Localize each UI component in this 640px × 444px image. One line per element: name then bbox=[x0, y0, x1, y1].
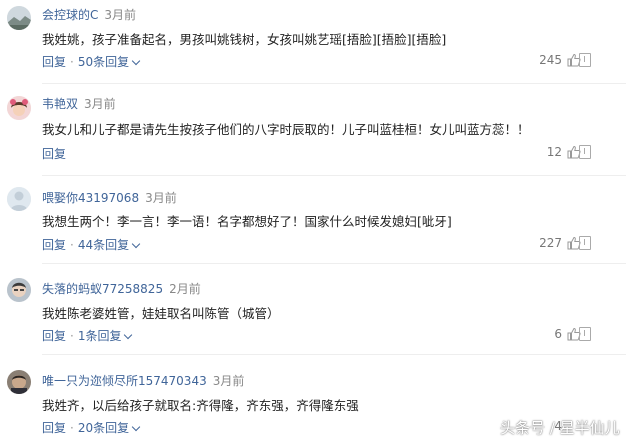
username[interactable]: 唯一只为迩倾尽所157470343 bbox=[42, 374, 207, 388]
comment-item: 韦艳双 3月前 我女儿和儿子都是请先生按孩子他们的八字时辰取的！儿子叫蓝桂桓！女儿… bbox=[0, 88, 640, 176]
comment-time: 3月前 bbox=[84, 97, 116, 111]
reply-button[interactable]: 回复 bbox=[42, 329, 66, 343]
comment-item: 会控球的C 3月前 我姓姚，孩子准备起名，男孩叫姚钱树，女孩叫姚艺瑶[捂脸][捂脸… bbox=[0, 0, 640, 86]
like-count: 227 bbox=[539, 236, 562, 250]
divider bbox=[42, 175, 626, 176]
like-count: 12 bbox=[546, 145, 562, 159]
comment-item: 喂娶你43197068 3月前 我想生两个！李一言！李一语！名字都想好了！国家什么… bbox=[0, 177, 640, 264]
comment-time: 3月前 bbox=[212, 374, 245, 388]
report-icon[interactable] bbox=[579, 236, 591, 250]
comment-time: 3月前 bbox=[145, 191, 177, 205]
username[interactable]: 失落的蚂蚁77258825 bbox=[42, 282, 163, 296]
username[interactable]: 韦艳双 bbox=[42, 97, 78, 111]
replies-count: 20条回复 bbox=[77, 421, 130, 435]
separator: · bbox=[70, 55, 74, 69]
separator: · bbox=[70, 421, 74, 435]
view-replies-button[interactable]: 20条回复 bbox=[77, 421, 141, 435]
view-replies-button[interactable]: 50条回复 bbox=[77, 55, 141, 69]
replies-count: 44条回复 bbox=[77, 238, 130, 252]
separator: · bbox=[70, 238, 74, 252]
avatar[interactable] bbox=[7, 96, 31, 120]
view-replies-button[interactable]: 44条回复 bbox=[77, 238, 141, 252]
comment-text: 我姓陈老婆姓管，娃娃取名叫陈管（城管） bbox=[42, 306, 280, 321]
comment-text: 我姓姚，孩子准备起名，男孩叫姚钱树，女孩叫姚艺瑶[捂脸][捂脸][捂脸] bbox=[42, 32, 447, 47]
reply-button[interactable]: 回复 bbox=[42, 421, 66, 435]
comment-text: 我想生两个！李一言！李一语！名字都想好了！国家什么时候发媳妇[呲牙] bbox=[42, 214, 452, 229]
chevron-down-icon bbox=[131, 422, 141, 432]
username[interactable]: 会控球的C bbox=[42, 8, 98, 22]
reply-button[interactable]: 回复 bbox=[42, 147, 66, 161]
avatar[interactable] bbox=[7, 6, 31, 30]
reply-button[interactable]: 回复 bbox=[42, 55, 66, 69]
report-icon[interactable] bbox=[579, 53, 591, 67]
username[interactable]: 喂娶你43197068 bbox=[42, 191, 139, 205]
divider bbox=[42, 354, 626, 355]
report-icon[interactable] bbox=[579, 145, 591, 159]
comment-item: 失落的蚂蚁77258825 2月前 我姓陈老婆姓管，娃娃取名叫陈管（城管） 回复 ·… bbox=[0, 268, 640, 355]
replies-count: 50条回复 bbox=[77, 55, 130, 69]
chevron-down-icon bbox=[124, 330, 133, 340]
like-count: 6 bbox=[554, 327, 562, 341]
divider bbox=[42, 83, 626, 84]
watermark: 头条号 / 星半仙儿 bbox=[500, 419, 620, 437]
separator: · bbox=[70, 329, 74, 343]
avatar[interactable] bbox=[7, 278, 31, 302]
avatar[interactable] bbox=[7, 370, 31, 394]
replies-count: 1条回复 bbox=[77, 329, 122, 343]
comment-time: 2月前 bbox=[169, 282, 201, 296]
comment-time: 3月前 bbox=[104, 8, 137, 22]
comment-text: 我女儿和儿子都是请先生按孩子他们的八字时辰取的！儿子叫蓝桂桓！女儿叫蓝方蕊！！ bbox=[42, 122, 530, 137]
chevron-down-icon bbox=[131, 56, 141, 66]
avatar[interactable] bbox=[7, 187, 31, 211]
report-icon[interactable] bbox=[579, 327, 591, 341]
divider bbox=[42, 263, 626, 264]
chevron-down-icon bbox=[131, 239, 141, 249]
reply-button[interactable]: 回复 bbox=[42, 238, 66, 252]
like-count: 245 bbox=[539, 53, 562, 67]
comment-text: 我姓齐，以后给孩子就取名:齐得隆，齐东强，齐得隆东强 bbox=[42, 398, 359, 413]
view-replies-button[interactable]: 1条回复 bbox=[77, 329, 133, 343]
